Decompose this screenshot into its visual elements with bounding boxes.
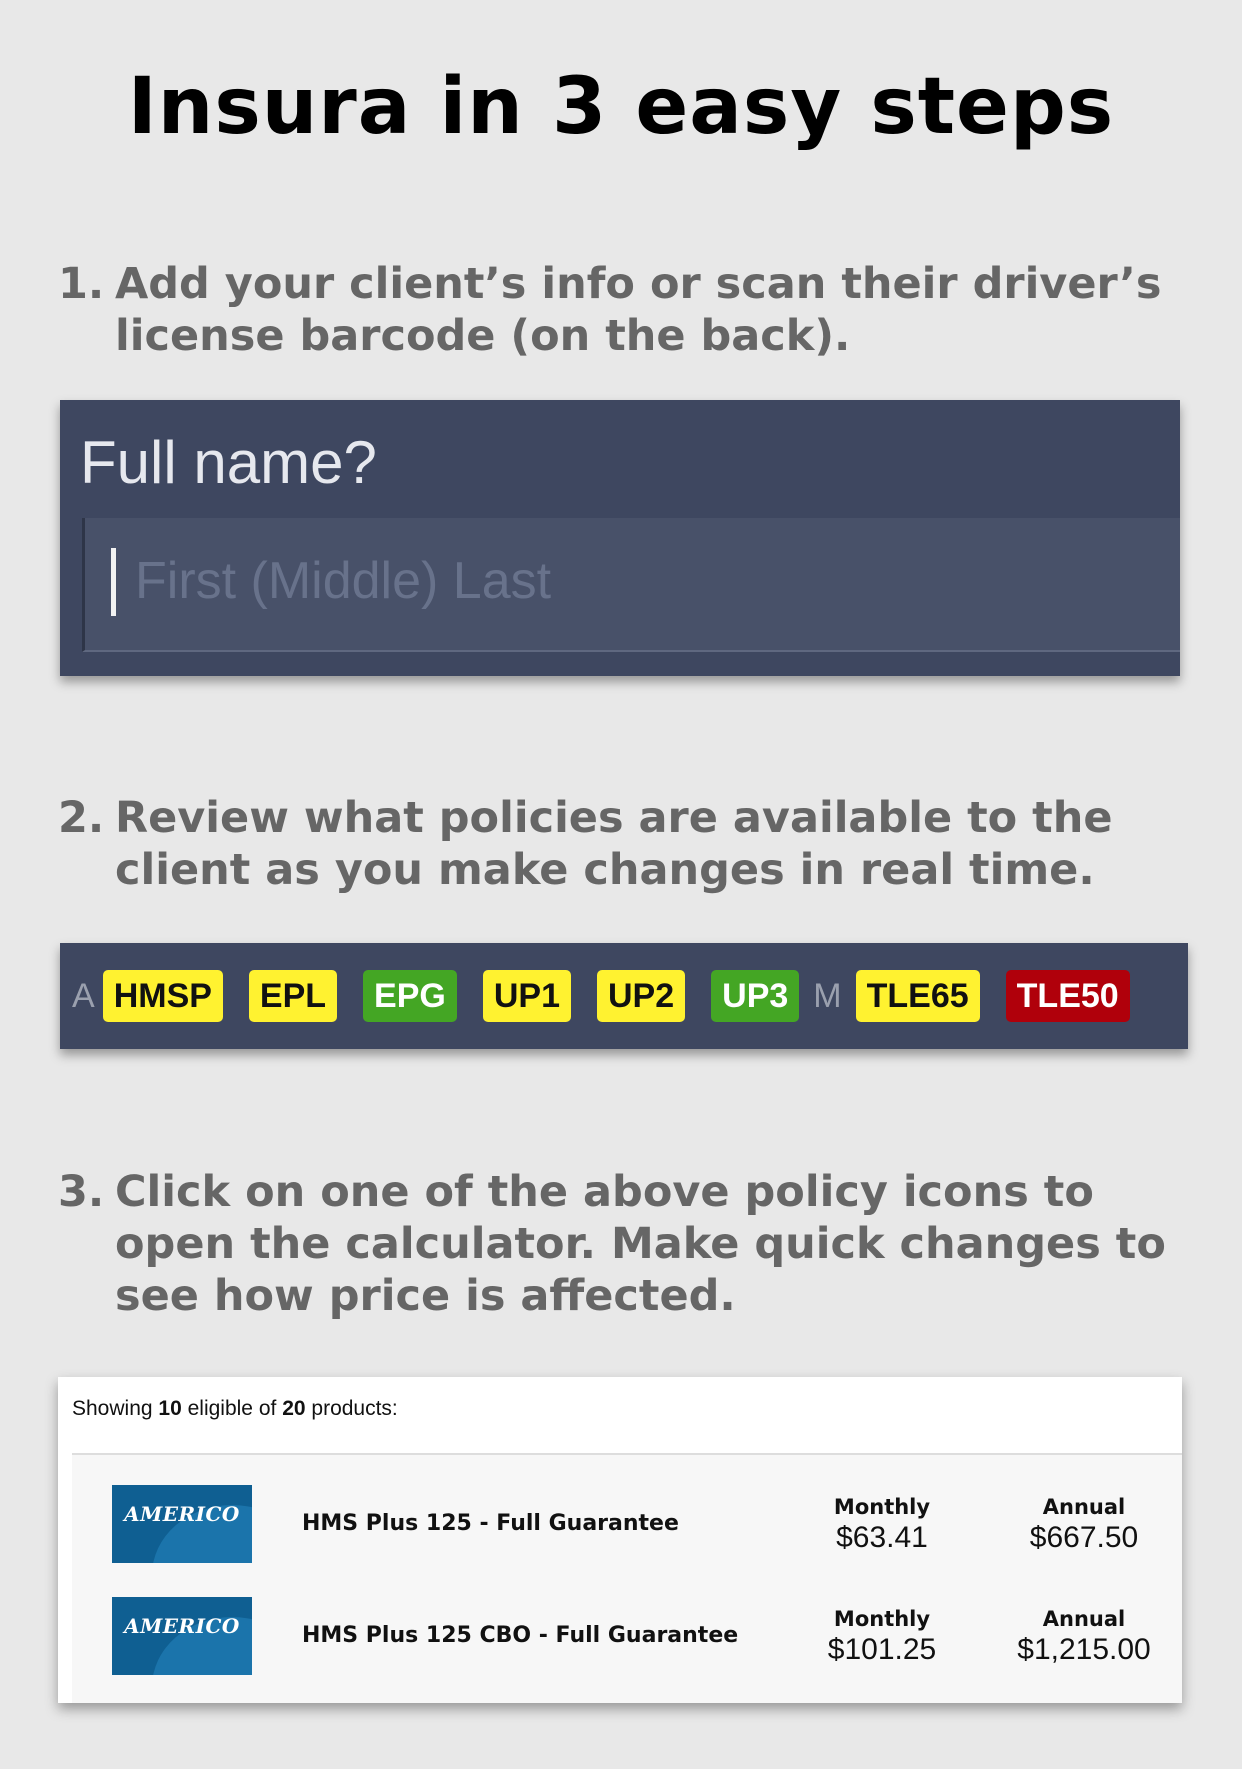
full-name-question: Full name? [80, 429, 377, 496]
policy-tag-epg[interactable]: EPG [363, 970, 457, 1022]
summary-prefix: Showing [72, 1397, 153, 1420]
total-count: 20 [282, 1397, 306, 1420]
results-summary: Showing 10 eligible of 20 products: [72, 1397, 398, 1421]
summary-suffix: products: [311, 1397, 398, 1420]
name-form-panel: Full name? [60, 400, 1180, 676]
monthly-price: Monthly $101.25 [792, 1607, 972, 1667]
text-cursor [111, 548, 116, 616]
annual-label: Annual [1042, 1495, 1126, 1519]
group-label-a: A [72, 976, 95, 1015]
annual-label: Annual [1042, 1607, 1126, 1631]
americo-logo: AMERICO [112, 1485, 252, 1563]
policy-tag-up2[interactable]: UP2 [597, 970, 686, 1022]
summary-mid: eligible of [187, 1397, 277, 1420]
step-3: 3. Click on one of the above policy icon… [58, 1166, 1178, 1322]
logo-text: AMERICO [124, 1614, 240, 1638]
product-name: HMS Plus 125 CBO - Full Guarantee [302, 1623, 739, 1648]
step-text: Review what policies are available to th… [115, 793, 1113, 895]
policy-tag-epl[interactable]: EPL [248, 970, 338, 1022]
step-1: 1. Add your client’s info or scan their … [58, 258, 1178, 362]
step-number: 3. [58, 1167, 105, 1217]
annual-amount: $1,215.00 [1017, 1633, 1151, 1666]
monthly-label: Monthly [833, 1495, 931, 1519]
name-field-container[interactable] [82, 518, 1180, 652]
full-name-input[interactable] [133, 540, 1037, 622]
eligible-count: 10 [158, 1397, 182, 1420]
page-title: Insura in 3 easy steps [127, 62, 1115, 152]
annual-price: Annual $667.50 [994, 1495, 1174, 1555]
product-row[interactable]: AMERICO HMS Plus 125 - Full Guarantee Mo… [72, 1455, 1182, 1563]
product-list: AMERICO HMS Plus 125 - Full Guarantee Mo… [72, 1453, 1182, 1703]
step-text: Add your client’s info or scan their dri… [115, 259, 1162, 361]
step-2: 2. Review what policies are available to… [58, 792, 1178, 896]
logo-text: AMERICO [124, 1502, 240, 1526]
policy-tag-tle65[interactable]: TLE65 [855, 970, 980, 1022]
monthly-price: Monthly $63.41 [792, 1495, 972, 1555]
policy-tag-up1[interactable]: UP1 [482, 970, 571, 1022]
group-label-m: M [813, 976, 842, 1015]
policy-tag-tle50[interactable]: TLE50 [1005, 970, 1130, 1022]
product-name: HMS Plus 125 - Full Guarantee [302, 1511, 679, 1536]
step-text: Click on one of the above policy icons t… [115, 1167, 1166, 1321]
policy-availability-bar: A HMSP EPL EPG UP1 UP2 UP3 M TLE65 TLE50 [60, 943, 1188, 1049]
step-number: 1. [58, 259, 105, 309]
monthly-amount: $63.41 [836, 1521, 928, 1554]
monthly-amount: $101.25 [827, 1633, 937, 1666]
product-results-panel: Showing 10 eligible of 20 products: AMER… [58, 1377, 1182, 1703]
annual-amount: $667.50 [1029, 1521, 1139, 1554]
policy-tag-up3[interactable]: UP3 [711, 970, 800, 1022]
step-number: 2. [58, 793, 105, 843]
monthly-label: Monthly [833, 1607, 931, 1631]
annual-price: Annual $1,215.00 [994, 1607, 1174, 1667]
policy-tag-hmsp[interactable]: HMSP [102, 970, 223, 1022]
product-row[interactable]: AMERICO HMS Plus 125 CBO - Full Guarante… [72, 1567, 1182, 1675]
americo-logo: AMERICO [112, 1597, 252, 1675]
